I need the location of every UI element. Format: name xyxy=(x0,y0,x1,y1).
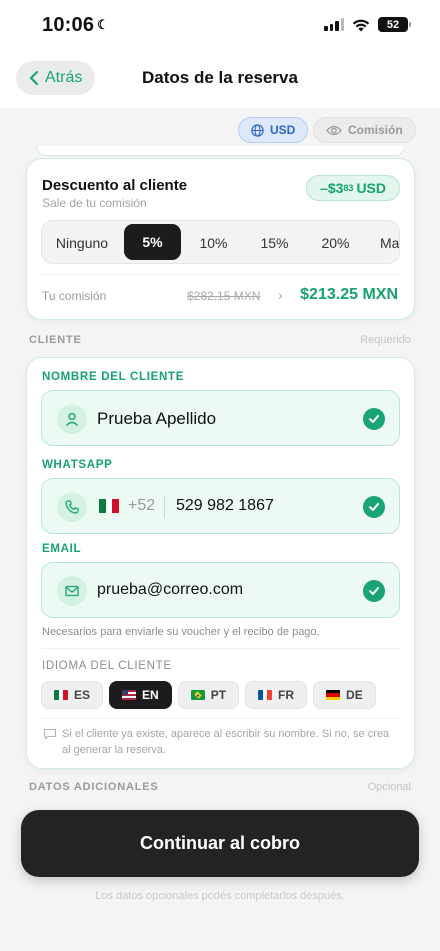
currency-usd-label: USD xyxy=(270,123,296,137)
discount-option-15[interactable]: 15% xyxy=(246,221,303,263)
discount-option-5[interactable]: 5% xyxy=(124,224,181,260)
continue-to-payment-button[interactable]: Continuar al cobro xyxy=(21,810,419,877)
wifi-icon xyxy=(352,19,370,31)
language-option-en[interactable]: EN xyxy=(109,681,172,709)
discount-title: Descuento al cliente xyxy=(42,177,188,194)
discount-amount-currency: USD xyxy=(356,180,386,196)
person-icon xyxy=(57,404,87,434)
navigation-bar: Atrás Datos de la reserva xyxy=(0,52,440,108)
whatsapp-value: 529 982 1867 xyxy=(176,497,274,514)
additional-optional-label: Opcional xyxy=(367,781,411,793)
mexico-flag-icon xyxy=(54,690,68,700)
commission-toggle-label: Comisión xyxy=(348,123,403,137)
divider xyxy=(41,274,400,275)
clock-text: 10:06 xyxy=(42,14,95,36)
discount-selector: Ninguno 5% 10% 15% 20% Ma xyxy=(41,220,400,264)
new-commission-value: $213.25 MXN xyxy=(300,286,398,303)
mail-icon xyxy=(57,576,87,606)
brazil-flag-icon xyxy=(190,690,205,700)
page-title: Datos de la reserva xyxy=(142,68,298,87)
discount-option-none[interactable]: Ninguno xyxy=(44,221,120,263)
chat-bubble-icon xyxy=(43,728,57,740)
arrow-right-icon: › xyxy=(278,287,283,303)
email-field-label: EMAIL xyxy=(42,543,82,555)
discount-option-more[interactable]: Ma xyxy=(380,221,399,263)
check-icon xyxy=(363,496,385,518)
language-option-pt[interactable]: PT xyxy=(177,681,240,709)
optional-data-hint: Los datos opcionales podés completarlos … xyxy=(95,890,345,902)
language-option-de[interactable]: DE xyxy=(313,681,376,709)
discount-option-20[interactable]: 20% xyxy=(307,221,364,263)
language-code: ES xyxy=(74,688,91,702)
eye-icon xyxy=(326,125,342,135)
discount-card: Descuento al cliente Sale de tu comisión… xyxy=(26,158,415,320)
usa-flag-icon xyxy=(122,690,137,700)
language-code: PT xyxy=(210,688,227,702)
cellular-signal-icon xyxy=(324,18,344,31)
old-commission-value: $282.15 MXN xyxy=(187,289,261,303)
france-flag-icon xyxy=(258,690,273,700)
currency-usd-toggle[interactable]: USD xyxy=(238,117,309,143)
country-code: +52 xyxy=(128,497,156,514)
language-option-es[interactable]: ES xyxy=(41,681,104,709)
whatsapp-field-label: WHATSAPP xyxy=(42,459,113,471)
check-icon xyxy=(363,580,385,602)
mexico-flag-icon[interactable] xyxy=(99,499,120,513)
discount-amount-main: –$3 xyxy=(320,180,344,196)
check-icon xyxy=(363,408,385,430)
status-bar: 10:06 ☾ 52 xyxy=(0,0,440,52)
whatsapp-field[interactable]: +52 529 982 1867 xyxy=(41,478,400,534)
status-icons: 52 xyxy=(324,17,411,32)
commission-label: Tu comisión xyxy=(42,289,107,303)
client-name-field[interactable]: Prueba Apellido xyxy=(41,390,400,446)
discount-amount-badge: –$3 83 USD xyxy=(306,175,400,201)
divider xyxy=(41,718,400,719)
additional-section-label: DATOS ADICIONALES xyxy=(29,781,159,793)
language-code: EN xyxy=(142,688,159,702)
commission-visibility-toggle[interactable]: Comisión xyxy=(313,117,416,143)
language-code: FR xyxy=(278,688,295,702)
email-field[interactable]: prueba@correo.com xyxy=(41,562,400,618)
status-time: 10:06 ☾ xyxy=(42,14,109,37)
divider xyxy=(41,648,400,649)
battery-indicator: 52 xyxy=(378,17,411,32)
language-code: DE xyxy=(346,688,363,702)
client-name-value: Prueba Apellido xyxy=(97,409,217,428)
language-option-fr[interactable]: FR xyxy=(245,681,308,709)
client-required-label: Requerido xyxy=(360,334,411,346)
phone-icon xyxy=(57,492,87,522)
name-field-label: NOMBRE DEL CLIENTE xyxy=(42,371,185,383)
divider xyxy=(164,496,165,518)
client-section-label: CLIENTE xyxy=(29,334,82,346)
discount-option-10[interactable]: 10% xyxy=(185,221,242,263)
email-value: prueba@correo.com xyxy=(97,581,244,598)
contact-hint: Necesarios para enviarle su voucher y el… xyxy=(42,626,320,638)
germany-flag-icon xyxy=(326,690,341,700)
focus-moon-icon: ☾ xyxy=(97,17,110,32)
client-card: NOMBRE DEL CLIENTE Prueba Apellido WHATS… xyxy=(26,357,415,769)
existing-client-note: Si el cliente ya existe, aparece al escr… xyxy=(62,728,390,756)
globe-icon xyxy=(251,123,264,137)
discount-amount-cents: 83 xyxy=(343,183,354,193)
language-selector: ES EN PT FR DE xyxy=(41,681,376,709)
discount-subtitle: Sale de tu comisión xyxy=(42,196,147,210)
previous-card-edge xyxy=(36,146,405,156)
language-label: IDIOMA DEL CLIENTE xyxy=(42,660,172,672)
